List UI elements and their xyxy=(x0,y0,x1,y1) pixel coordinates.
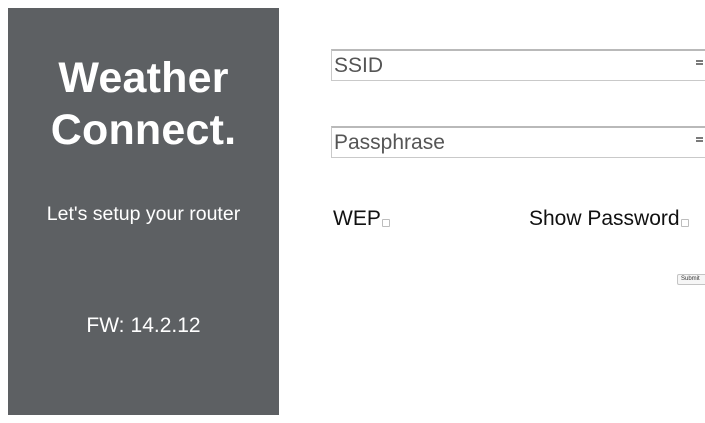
setup-subtitle: Let's setup your router xyxy=(46,203,241,225)
passphrase-field[interactable] xyxy=(331,126,705,158)
show-password-checkbox[interactable] xyxy=(680,219,689,227)
app-title-line-1: Weather xyxy=(58,54,229,102)
router-setup-form: WEP Show Password Submit xyxy=(279,8,705,415)
wep-checkbox[interactable] xyxy=(381,219,390,227)
list-icon[interactable] xyxy=(696,60,703,68)
router-setup-page: Weather Connect. Let's setup your router… xyxy=(0,0,705,423)
firmware-version: 14.2.12 xyxy=(130,314,201,337)
app-title: Weather Connect. xyxy=(8,52,279,156)
wep-label: WEP xyxy=(333,207,381,230)
app-title-line-2: Connect. xyxy=(50,106,237,154)
passphrase-input[interactable] xyxy=(332,128,705,157)
brand-panel: Weather Connect. Let's setup your router… xyxy=(8,8,279,415)
submit-button[interactable]: Submit xyxy=(677,274,705,285)
list-icon[interactable] xyxy=(696,137,703,145)
firmware-label: FW: xyxy=(86,314,125,337)
ssid-input[interactable] xyxy=(332,51,705,80)
ssid-field[interactable] xyxy=(331,49,705,81)
show-password-option[interactable]: Show Password xyxy=(529,207,689,231)
wep-option[interactable]: WEP xyxy=(333,207,390,231)
show-password-label: Show Password xyxy=(529,207,680,230)
firmware-info: FW: 14.2.12 xyxy=(8,313,279,339)
